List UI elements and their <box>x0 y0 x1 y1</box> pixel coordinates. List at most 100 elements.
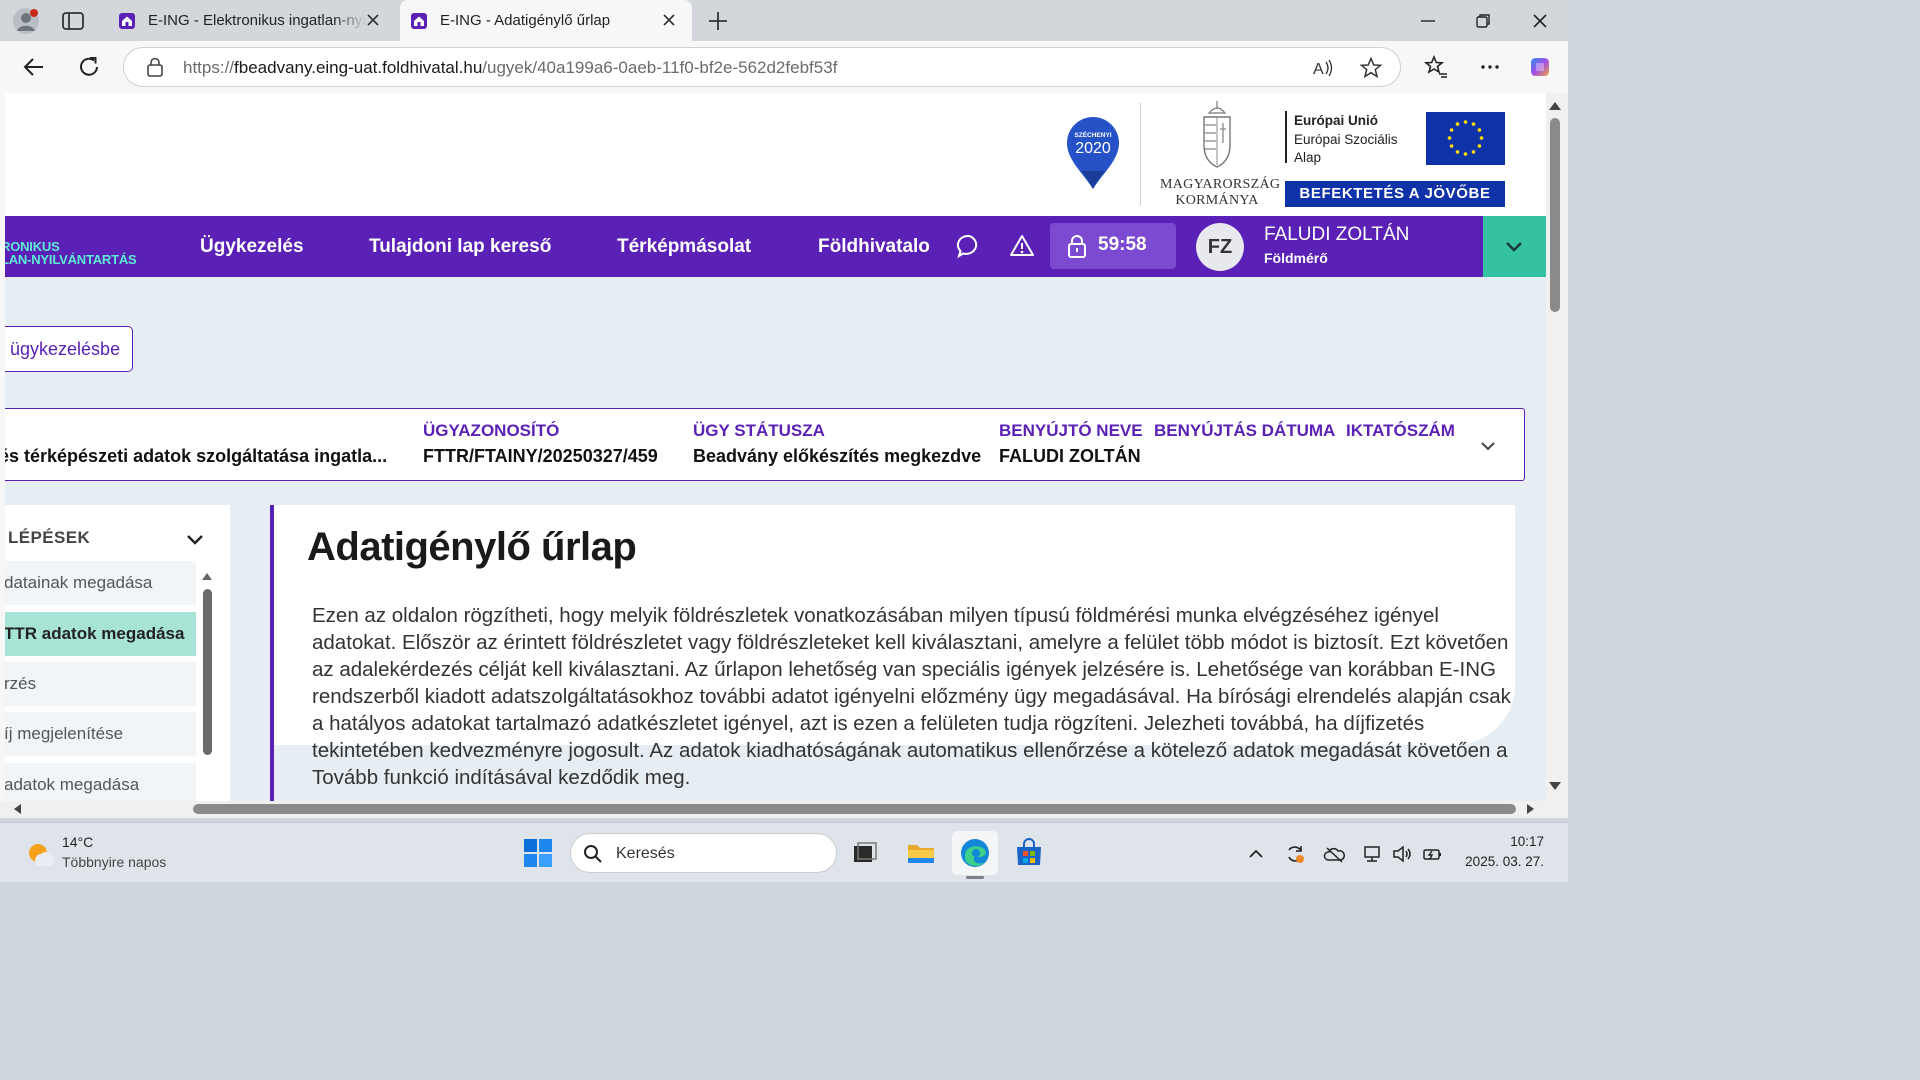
sun-cloud-weather-icon[interactable] <box>24 839 54 869</box>
more-menu-icon[interactable] <box>1477 54 1503 80</box>
url-text[interactable]: https://fbeadvany.eing-uat.foldhivatal.h… <box>183 58 837 78</box>
web-page: SZÉCHENYI 2020 MAGYARORSZÁG KORMÁNYA Eur… <box>5 93 1546 801</box>
main-content: Adatigénylő űrlap Ezen az oldalon rögzít… <box>270 505 1545 801</box>
windows-start-icon[interactable] <box>522 837 554 869</box>
menu-item-terkepmasolat[interactable]: Térképmásolat <box>617 236 751 258</box>
step-item-active[interactable]: TTR adatok megadása <box>5 612 196 656</box>
close-tab-icon[interactable] <box>660 11 678 29</box>
steps-scrollbar[interactable] <box>202 572 212 801</box>
scroll-corner <box>1546 801 1568 818</box>
main-menu: RONIKUS LAN-NYILVÁNTARTÁS Ügykezelés Tul… <box>5 216 1546 277</box>
profile-icon[interactable] <box>12 7 40 35</box>
onedrive-icon[interactable] <box>1323 843 1345 865</box>
browser-tab-adatigenylo[interactable]: E-ING - Adatigénylő űrlap <box>400 0 692 41</box>
warning-icon[interactable] <box>1009 233 1035 259</box>
step-item[interactable]: rzés <box>5 662 196 706</box>
svg-text:2020: 2020 <box>1075 140 1111 157</box>
accent-bar <box>270 505 274 801</box>
edge-browser-icon[interactable] <box>959 837 991 869</box>
horizontal-scrollbar[interactable] <box>5 801 1546 818</box>
read-aloud-icon[interactable]: A <box>1311 56 1335 80</box>
steps-heading: LÉPÉSEK <box>8 528 91 547</box>
scroll-up-arrow-icon[interactable] <box>202 572 212 580</box>
back-arrow-icon[interactable] <box>21 54 47 80</box>
gov-line1: MAGYARORSZÁG <box>1160 177 1281 192</box>
eu-line2: Európai Szociális <box>1294 132 1398 147</box>
eu-divider <box>1285 111 1287 163</box>
close-window-icon[interactable] <box>1528 9 1552 33</box>
chat-bubble-icon[interactable] <box>956 233 982 259</box>
back-to-case-management-button[interactable]: ügykezelésbe <box>5 326 133 372</box>
volume-icon[interactable] <box>1391 843 1413 865</box>
submitter-label: BENYÚJTÓ NEVE <box>999 421 1143 440</box>
step-item[interactable]: adatok megadása <box>5 763 196 801</box>
brand-line2[interactable]: LAN-NYILVÁNTARTÁS <box>5 252 137 267</box>
submission-date-label: BENYÚJTÁS DÁTUMA <box>1154 421 1336 440</box>
sync-icon[interactable] <box>1284 843 1306 865</box>
eu-line3: Alap <box>1294 150 1322 165</box>
search-icon <box>584 845 602 863</box>
taskbar-time[interactable]: 10:17 <box>1472 834 1544 849</box>
horizontal-scroll-thumb[interactable] <box>193 804 1516 814</box>
taskbar-date[interactable]: 2025. 03. 27. <box>1462 854 1544 869</box>
vertical-scrollbar[interactable] <box>1546 93 1568 801</box>
user-name[interactable]: FALUDI ZOLTÁN <box>1264 224 1409 246</box>
gov-line2: KORMÁNYA <box>1175 193 1259 208</box>
scroll-down-arrow-icon[interactable] <box>1549 781 1561 791</box>
chevron-down-icon[interactable] <box>185 529 205 549</box>
microsoft-store-icon[interactable] <box>1013 837 1045 869</box>
network-icon[interactable] <box>1362 843 1384 865</box>
chevron-up-icon[interactable] <box>1245 843 1267 865</box>
windows-taskbar: 14°C Többnyire napos Keresés 10:17 2025.… <box>0 822 1568 882</box>
steps-panel: LÉPÉSEK datainak megadása TTR adatok meg… <box>5 505 230 801</box>
vertical-scroll-thumb[interactable] <box>1550 118 1560 312</box>
lock-icon[interactable] <box>146 57 164 77</box>
chevron-down-icon <box>1506 242 1522 252</box>
lock-icon <box>1068 235 1086 258</box>
favorite-star-icon[interactable] <box>1359 56 1383 80</box>
scroll-right-arrow-icon[interactable] <box>1525 804 1535 814</box>
case-status-label: ÜGY STÁTUSZA <box>693 421 825 440</box>
minimize-icon[interactable] <box>1416 9 1440 33</box>
taskbar-search[interactable]: Keresés <box>570 833 837 873</box>
case-status-value: Beadvány előkészítés megkezdve <box>693 446 982 466</box>
weather-description[interactable]: Többnyire napos <box>62 854 166 870</box>
task-view-icon[interactable] <box>849 837 881 869</box>
svg-text:SZÉCHENYI: SZÉCHENYI <box>1074 130 1111 139</box>
search-placeholder: Keresés <box>616 845 675 862</box>
favorites-icon[interactable] <box>1423 54 1449 80</box>
filing-number-label: IKTATÓSZÁM <box>1346 421 1455 440</box>
scroll-left-arrow-icon[interactable] <box>13 804 23 814</box>
case-summary-card: és térképészeti adatok szolgáltatása ing… <box>5 408 1525 481</box>
avatar[interactable]: FZ <box>1196 223 1244 271</box>
copilot-icon[interactable] <box>1527 54 1553 80</box>
steps-scroll-thumb[interactable] <box>203 589 212 755</box>
tab-actions-icon[interactable] <box>60 9 86 33</box>
step-item[interactable]: íj megjelenítése <box>5 712 196 756</box>
restore-icon[interactable] <box>1471 9 1495 33</box>
new-tab-icon[interactable] <box>706 9 730 33</box>
scroll-up-arrow-icon[interactable] <box>1549 101 1561 111</box>
refresh-icon[interactable] <box>76 54 102 80</box>
funding-header: SZÉCHENYI 2020 MAGYARORSZÁG KORMÁNYA Eur… <box>5 93 1546 216</box>
user-menu-toggle[interactable] <box>1483 216 1546 277</box>
invest-banner: BEFEKTETÉS A JÖVŐBE <box>1285 181 1505 207</box>
eu-line1: Európai Unió <box>1294 113 1378 128</box>
battery-charging-icon[interactable] <box>1422 843 1444 865</box>
eu-flag-icon <box>1426 112 1505 165</box>
close-tab-icon[interactable] <box>364 11 382 29</box>
weather-temperature[interactable]: 14°C <box>62 834 93 850</box>
file-explorer-icon[interactable] <box>905 837 937 869</box>
step-item[interactable]: datainak megadása <box>5 561 196 605</box>
chevron-down-icon[interactable] <box>1478 436 1498 456</box>
menu-item-foldhivatalok[interactable]: Földhivatalo <box>818 236 930 258</box>
browser-tab-eing-home[interactable]: E-ING - Elektronikus ingatlan-nyilvántar… <box>106 0 396 41</box>
menu-item-ugykezeles[interactable]: Ügykezelés <box>200 236 304 258</box>
session-timer[interactable]: 59:58 <box>1050 223 1176 269</box>
address-bar[interactable]: https://fbeadvany.eing-uat.foldhivatal.h… <box>123 47 1401 87</box>
submitter-value: FALUDI ZOLTÁN <box>999 446 1141 466</box>
case-id-label: ÜGYAZONOSÍTÓ <box>423 421 560 440</box>
menu-item-tulajdoni-lap[interactable]: Tulajdoni lap kereső <box>369 236 551 258</box>
header-divider <box>1140 103 1141 205</box>
intro-paragraph: Ezen az oldalon rögzítheti, hogy melyik … <box>312 604 1511 789</box>
